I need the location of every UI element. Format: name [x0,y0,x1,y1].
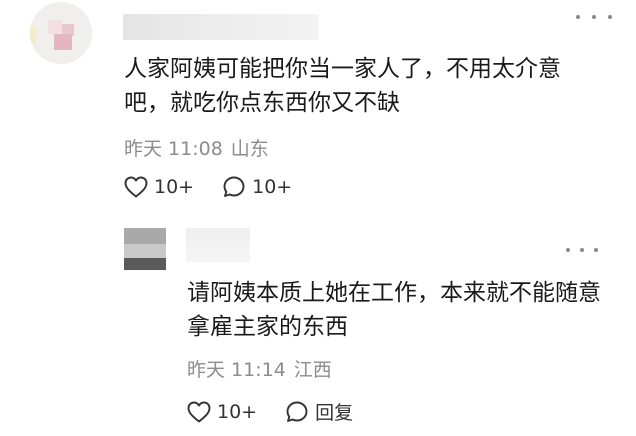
comment-location: 山东 [230,138,269,160]
reply-time: 昨天 11:14 [187,359,286,381]
reply-button[interactable]: 回复 [285,398,353,425]
avatar-blur-block [124,244,166,258]
comment-text: 人家阿姨可能把你当一家人了，不用太介意吧，就吃你点东西你又不缺 [124,56,561,116]
reply-button-label: 回复 [315,402,354,424]
comment-thread: 人家阿姨可能把你当一家人了，不用太介意吧，就吃你点东西你又不缺 昨天 11:08… [0,0,636,436]
dot [576,15,580,19]
reply-count: 10+ [252,176,293,198]
more-dots-icon[interactable] [566,240,598,260]
reply-username-blurred[interactable] [186,228,250,262]
comment-actions: 10+ 10+ [124,175,320,199]
comment-time: 昨天 11:08 [124,138,223,160]
reply-like-count: 10+ [217,400,258,423]
speech-bubble-icon [286,401,308,422]
dot [594,248,598,252]
comment-meta: 昨天 11:08 山东 [124,136,269,162]
username-blurred[interactable] [123,14,319,40]
avatar-blur-block [48,20,62,34]
dot [580,248,584,252]
avatar-blur-block [124,258,166,270]
reply-location: 江西 [293,359,332,381]
speech-bubble-icon [223,176,245,197]
reply-text: 请阿姨本质上她在工作，本来就不能随意拿雇主家的东西 [187,280,601,340]
dot [592,15,596,19]
dot [608,15,612,19]
dot [566,248,570,252]
avatar-blur-block [30,26,36,44]
reply-meta: 昨天 11:14 江西 [187,357,332,383]
reply-actions: 10+ 回复 [187,398,381,425]
reply-like-button[interactable]: 10+ [187,401,257,423]
avatar[interactable] [30,2,92,64]
more-dots-icon[interactable] [576,6,612,28]
like-button[interactable]: 10+ [124,176,194,198]
reply-avatar[interactable] [124,228,166,270]
heart-outline-icon [187,401,211,422]
avatar-blur-block [124,228,166,244]
like-count: 10+ [154,176,195,198]
avatar-blur-block [54,34,72,50]
heart-outline-icon [124,176,148,198]
reply-count-button[interactable]: 10+ [222,175,292,199]
